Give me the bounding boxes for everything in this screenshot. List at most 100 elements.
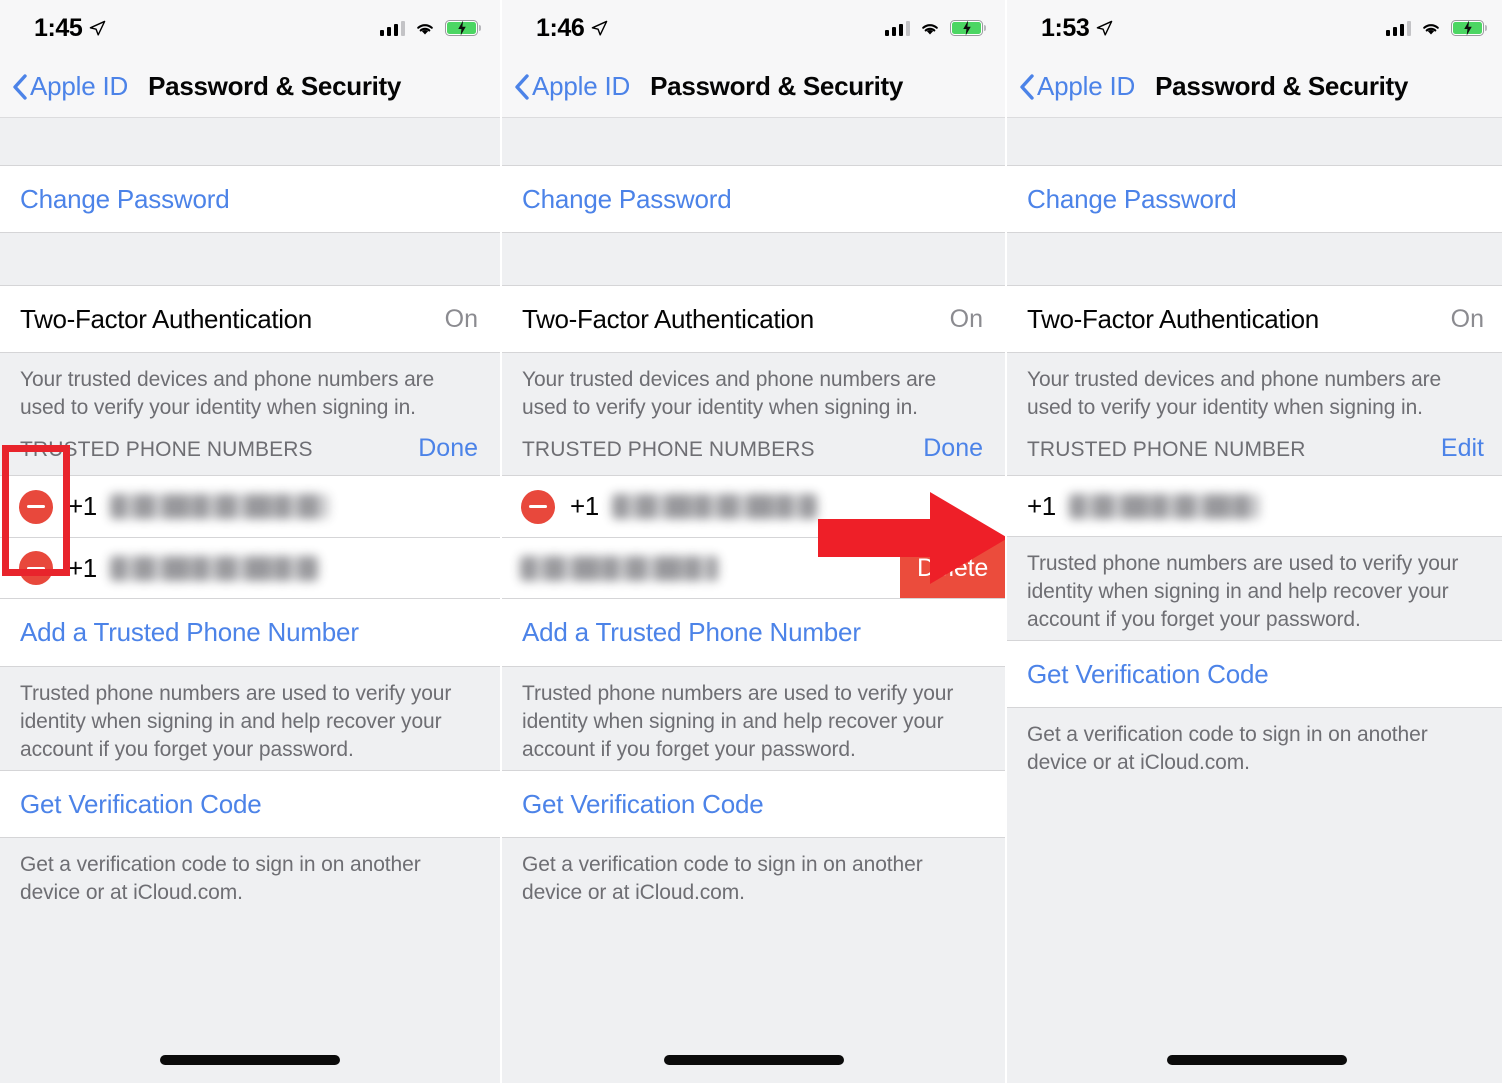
phone-number-redacted: [109, 555, 318, 581]
phone-number-redacted: [520, 555, 718, 581]
location-arrow-icon: [592, 20, 608, 36]
status-bar-right: [1385, 20, 1488, 37]
trusted-numbers-header: TRUSTED PHONE NUMBER Edit: [1007, 428, 1502, 475]
list-top-gap: [0, 118, 500, 165]
trusted-numbers-header-label: TRUSTED PHONE NUMBERS: [20, 438, 313, 461]
panel-swipe-delete: 1:46 Apple ID Password & Security Change…: [502, 0, 1005, 1083]
done-button[interactable]: Done: [418, 434, 478, 463]
get-verification-code-label: Get Verification Code: [1027, 658, 1269, 689]
back-button-label: Apple ID: [30, 71, 129, 101]
page-title: Password & Security: [148, 71, 402, 101]
table-row[interactable]: +1: [0, 475, 500, 537]
two-factor-footnote: Your trusted devices and phone numbers a…: [502, 353, 1005, 428]
table-row[interactable]: +1: [502, 475, 1005, 537]
two-factor-row[interactable]: Two-Factor Authentication On: [0, 285, 500, 353]
list-top-gap: [502, 118, 1005, 165]
two-factor-value: On: [1450, 304, 1484, 333]
status-bar: 1:53: [1007, 0, 1502, 56]
location-arrow-icon: [90, 20, 106, 36]
get-verification-code-label: Get Verification Code: [20, 788, 262, 819]
back-button[interactable]: Apple ID: [1019, 71, 1135, 102]
phone-number-redacted: [611, 494, 817, 519]
navigation-bar: Apple ID Password & Security: [502, 56, 1005, 118]
cellular-bars-icon: [884, 20, 910, 36]
navigation-bar: Apple ID Password & Security: [1007, 56, 1502, 118]
change-password-label: Change Password: [1027, 183, 1237, 214]
status-time: 1:53: [1041, 13, 1090, 42]
minus-circle-icon[interactable]: [19, 551, 53, 585]
settings-list: Change Password Two-Factor Authenticatio…: [0, 118, 500, 1083]
two-factor-row[interactable]: Two-Factor Authentication On: [1007, 285, 1502, 353]
back-button-label: Apple ID: [532, 71, 631, 101]
phone-country-code: +1: [1027, 490, 1056, 521]
home-indicator: [160, 1055, 340, 1065]
trusted-numbers-header-label: TRUSTED PHONE NUMBERS: [522, 438, 815, 461]
table-row[interactable]: +1: [1007, 475, 1502, 537]
panel-single-number: 1:53 Apple ID Password & Security Change…: [1007, 0, 1502, 1083]
three-panel-screenshot: 1:45 Apple ID Password & Security Change…: [0, 0, 1502, 1083]
edit-button[interactable]: Edit: [1441, 434, 1484, 463]
phone-country-code: +1: [68, 491, 97, 521]
add-trusted-phone-row[interactable]: Add a Trusted Phone Number: [502, 599, 1005, 667]
table-row-swiped[interactable]: Delete: [502, 537, 1005, 599]
done-button[interactable]: Done: [923, 434, 983, 463]
add-trusted-phone-label: Add a Trusted Phone Number: [20, 617, 359, 647]
phone-number-redacted: [1068, 493, 1259, 519]
list-top-gap: [1007, 118, 1502, 165]
two-factor-value: On: [949, 304, 983, 333]
two-factor-footnote: Your trusted devices and phone numbers a…: [1007, 353, 1502, 428]
location-arrow-icon: [1097, 20, 1113, 36]
two-factor-row[interactable]: Two-Factor Authentication On: [502, 285, 1005, 353]
trusted-numbers-header-label: TRUSTED PHONE NUMBER: [1027, 438, 1306, 461]
add-trusted-phone-label: Add a Trusted Phone Number: [522, 617, 861, 647]
status-time: 1:45: [34, 13, 83, 42]
two-factor-label: Two-Factor Authentication: [20, 303, 312, 334]
back-button-label: Apple ID: [1037, 71, 1136, 101]
get-verification-code-footnote: Get a verification code to sign in on an…: [502, 838, 1005, 913]
two-factor-label: Two-Factor Authentication: [522, 303, 814, 334]
change-password-label: Change Password: [20, 183, 230, 214]
chevron-left-icon: [13, 73, 27, 100]
battery-charging-icon: [1451, 20, 1488, 36]
wifi-icon: [922, 23, 938, 35]
chevron-left-icon: [515, 73, 529, 100]
back-button[interactable]: Apple ID: [514, 71, 630, 102]
get-verification-code-row[interactable]: Get Verification Code: [0, 770, 500, 838]
phone-country-code: +1: [68, 552, 97, 583]
status-bar-left: 1:53: [1041, 13, 1113, 42]
two-factor-footnote: Your trusted devices and phone numbers a…: [0, 353, 500, 428]
list-section-gap: [502, 233, 1005, 285]
list-section-gap: [1007, 233, 1502, 285]
chevron-left-icon: [1020, 73, 1034, 100]
delete-button[interactable]: Delete: [900, 538, 1005, 598]
get-verification-code-label: Get Verification Code: [522, 788, 764, 819]
change-password-row[interactable]: Change Password: [1007, 165, 1502, 233]
back-button[interactable]: Apple ID: [12, 71, 128, 102]
get-verification-code-row[interactable]: Get Verification Code: [1007, 640, 1502, 708]
status-bar-left: 1:45: [34, 13, 106, 42]
battery-charging-icon: [445, 20, 482, 36]
get-verification-code-footnote: Get a verification code to sign in on an…: [1007, 708, 1502, 783]
page-title: Password & Security: [650, 71, 904, 101]
wifi-icon: [417, 23, 433, 35]
add-trusted-phone-row[interactable]: Add a Trusted Phone Number: [0, 599, 500, 667]
battery-charging-icon: [950, 20, 987, 36]
minus-circle-icon[interactable]: [521, 489, 555, 524]
status-bar: 1:45: [0, 0, 500, 56]
table-row[interactable]: +1: [0, 537, 500, 599]
cellular-bars-icon: [1385, 20, 1411, 36]
minus-circle-icon[interactable]: [19, 489, 53, 524]
status-bar-right: [884, 20, 987, 37]
change-password-label: Change Password: [522, 183, 732, 214]
two-factor-value: On: [444, 304, 478, 333]
navigation-bar: Apple ID Password & Security: [0, 56, 500, 118]
change-password-row[interactable]: Change Password: [0, 165, 500, 233]
change-password-row[interactable]: Change Password: [502, 165, 1005, 233]
home-indicator: [1166, 1055, 1347, 1065]
get-verification-code-footnote: Get a verification code to sign in on an…: [0, 838, 500, 913]
get-verification-code-row[interactable]: Get Verification Code: [502, 770, 1005, 838]
phone-number-redacted: [109, 494, 328, 519]
trusted-numbers-footnote: Trusted phone numbers are used to verify…: [1007, 537, 1502, 640]
trusted-numbers-footnote: Trusted phone numbers are used to verify…: [0, 667, 500, 770]
home-indicator: [663, 1055, 844, 1065]
